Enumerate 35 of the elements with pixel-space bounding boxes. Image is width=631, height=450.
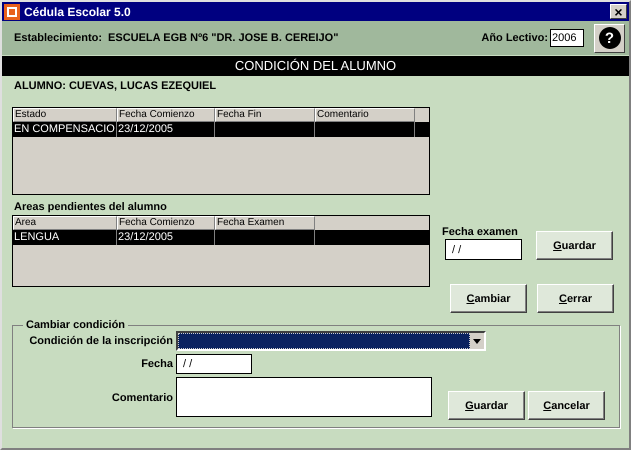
condition-label: Condición de la inscripción (28, 335, 173, 347)
section-banner: CONDICIÓN DEL ALUMNO (2, 56, 629, 76)
table-row[interactable]: LENGUA 23/12/2005 (13, 230, 429, 245)
group-title: Cambiar condición (25, 319, 126, 331)
column-header[interactable]: Fecha Examen (215, 216, 315, 230)
year-field[interactable]: 2006 (550, 29, 584, 47)
dialog-button[interactable]: Guardar (448, 391, 525, 420)
table-row[interactable]: EN COMPENSACIO 23/12/2005 (13, 122, 429, 137)
help-button[interactable]: ? (594, 24, 625, 52)
date-field[interactable]: / / (176, 354, 252, 374)
action-button[interactable]: Cambiar (450, 284, 527, 313)
year-label: Año Lectivo: (481, 32, 548, 44)
exam-date-field[interactable]: / / (445, 239, 522, 260)
column-header[interactable]: Fecha Comienzo (117, 108, 215, 122)
column-header[interactable]: Comentario (315, 108, 415, 122)
dialog-button[interactable]: Cancelar (528, 391, 605, 420)
column-header[interactable]: Area (13, 216, 117, 230)
app-icon (4, 4, 20, 20)
school-name: ESCUELA EGB Nº6 "DR. JOSE B. CEREIJO" (108, 32, 340, 44)
date-label: Fecha (140, 358, 173, 370)
comment-field[interactable] (176, 377, 432, 417)
column-header[interactable]: Fecha Comienzo (117, 216, 215, 230)
window-title: Cédula Escolar 5.0 (24, 4, 132, 18)
student-name: ALUMNO: CUEVAS, LUCAS EZEQUIEL (14, 80, 218, 92)
column-header[interactable]: Fecha Fin (215, 108, 315, 122)
save-button[interactable]: Guardar (536, 231, 613, 260)
action-button[interactable]: Cerrar (537, 284, 614, 313)
exam-date-label: Fecha examen (442, 226, 519, 238)
column-header[interactable]: Estado (13, 108, 117, 122)
areas-title: Areas pendientes del alumno (14, 201, 168, 213)
comment-label: Comentario (110, 392, 173, 404)
school-label: Establecimiento: (14, 32, 102, 44)
condition-dropdown[interactable] (176, 331, 486, 351)
close-button[interactable]: × (610, 4, 627, 19)
dropdown-arrow-icon (473, 338, 481, 344)
